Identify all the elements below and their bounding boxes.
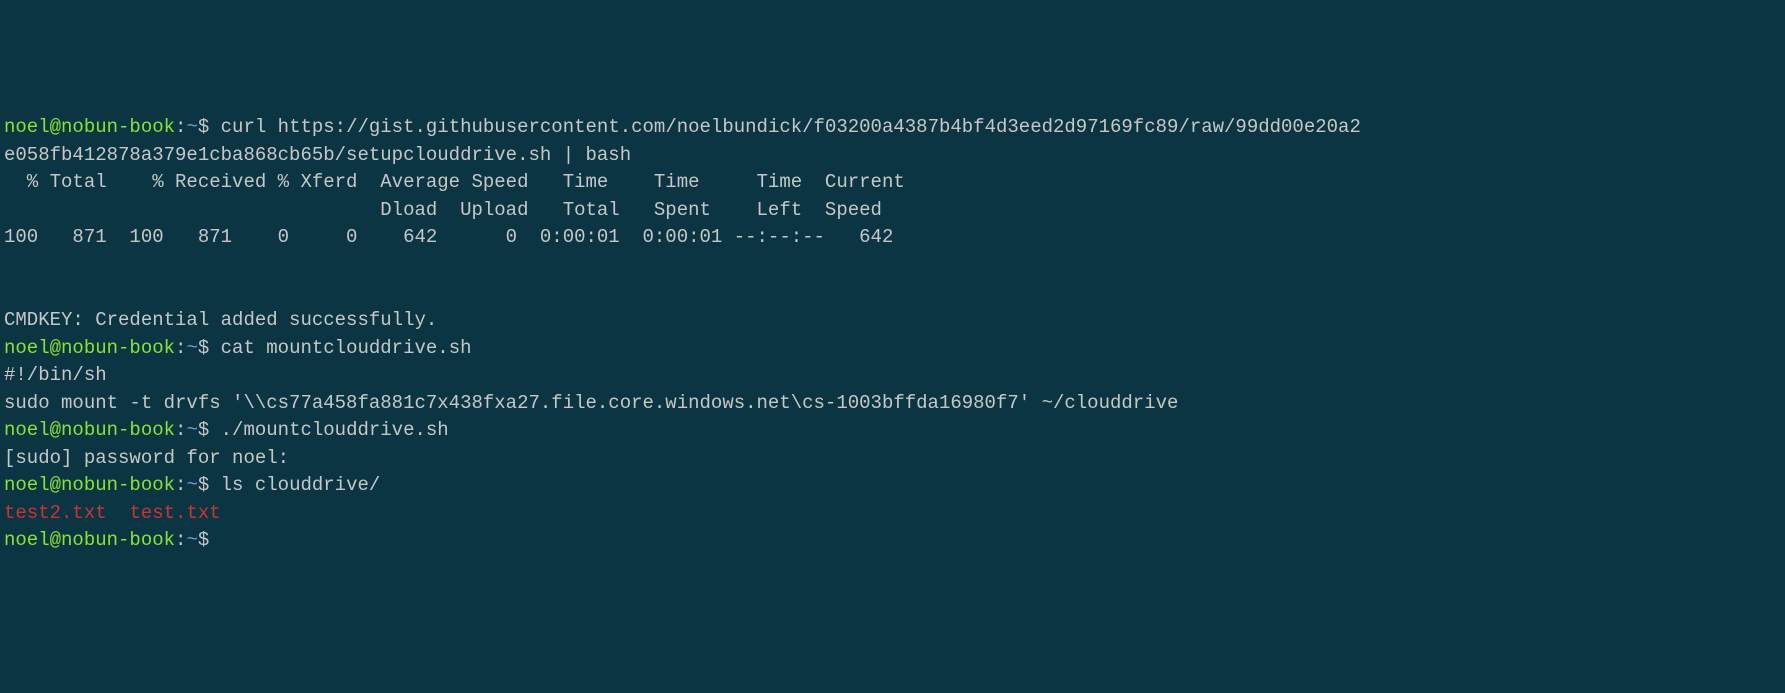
prompt-path: ~ <box>186 474 197 496</box>
prompt-dollar: $ <box>198 337 221 359</box>
prompt-dollar: $ <box>198 419 221 441</box>
prompt-colon: : <box>175 419 186 441</box>
curl-progress: 100 871 100 871 0 0 642 0 0:00:01 0:00:0… <box>4 226 893 248</box>
prompt-colon: : <box>175 529 186 551</box>
prompt-line-5: noel@nobun-book:~$ <box>4 529 209 551</box>
script-shebang: #!/bin/sh <box>4 364 107 386</box>
prompt-user: noel@nobun-book <box>4 337 175 359</box>
prompt-colon: : <box>175 116 186 138</box>
prompt-user: noel@nobun-book <box>4 116 175 138</box>
prompt-user: noel@nobun-book <box>4 419 175 441</box>
prompt-user: noel@nobun-book <box>4 529 175 551</box>
prompt-line-2: noel@nobun-book:~$ cat mountclouddrive.s… <box>4 337 472 359</box>
curl-header-2: Dload Upload Total Spent Left Speed <box>4 199 882 221</box>
cmdkey-output: CMDKEY: Credential added successfully. <box>4 309 437 331</box>
prompt-line-1: noel@nobun-book:~$ curl https://gist.git… <box>4 116 1361 138</box>
file-sep <box>107 502 130 524</box>
terminal[interactable]: noel@nobun-book:~$ curl https://gist.git… <box>4 114 1781 555</box>
command-run-script: ./mountclouddrive.sh <box>221 419 449 441</box>
prompt-dollar: $ <box>198 529 209 551</box>
command-curl-cont: e058fb412878a379e1cba868cb65b/setupcloud… <box>4 144 631 166</box>
prompt-colon: : <box>175 337 186 359</box>
file-test: test.txt <box>129 502 220 524</box>
prompt-line-3: noel@nobun-book:~$ ./mountclouddrive.sh <box>4 419 449 441</box>
command-ls: ls clouddrive/ <box>221 474 381 496</box>
script-mount-line: sudo mount -t drvfs '\\cs77a458fa881c7x4… <box>4 392 1178 414</box>
prompt-dollar: $ <box>198 116 221 138</box>
command-curl: curl https://gist.githubusercontent.com/… <box>221 116 1361 138</box>
prompt-path: ~ <box>186 419 197 441</box>
command-cat: cat mountclouddrive.sh <box>221 337 472 359</box>
curl-header-1: % Total % Received % Xferd Average Speed… <box>4 171 905 193</box>
prompt-dollar: $ <box>198 474 221 496</box>
prompt-path: ~ <box>186 337 197 359</box>
prompt-line-4: noel@nobun-book:~$ ls clouddrive/ <box>4 474 380 496</box>
prompt-colon: : <box>175 474 186 496</box>
file-test2: test2.txt <box>4 502 107 524</box>
prompt-user: noel@nobun-book <box>4 474 175 496</box>
ls-output: test2.txt test.txt <box>4 502 221 524</box>
prompt-path: ~ <box>186 116 197 138</box>
prompt-path: ~ <box>186 529 197 551</box>
sudo-prompt: [sudo] password for noel: <box>4 447 289 469</box>
